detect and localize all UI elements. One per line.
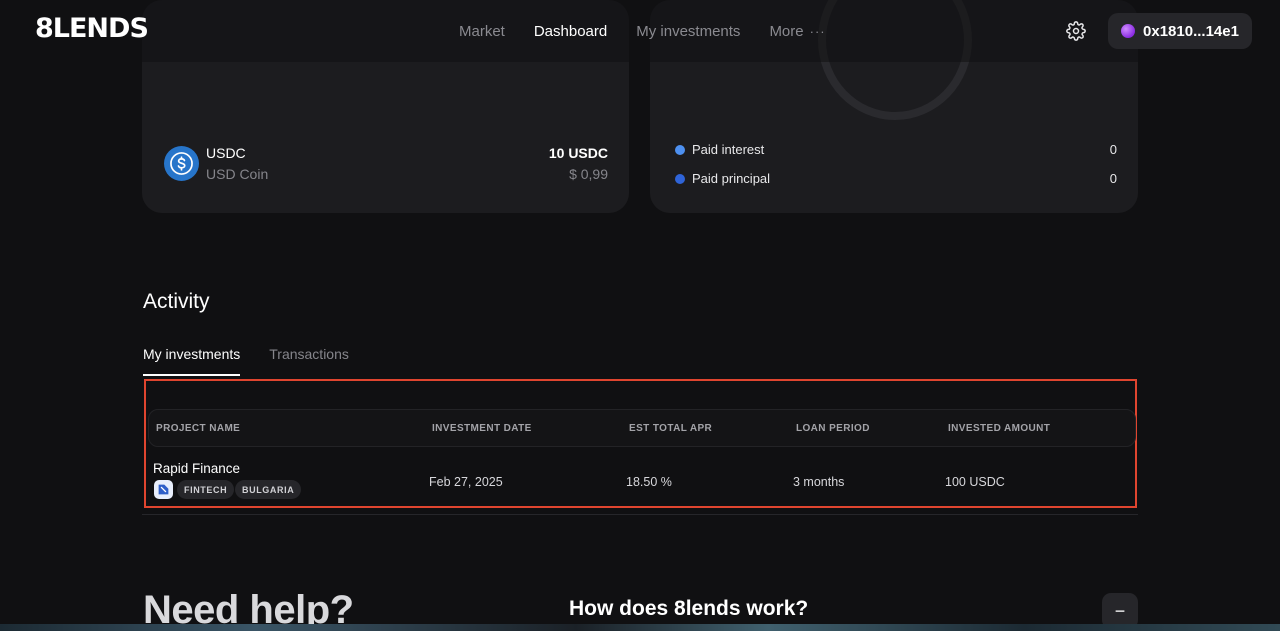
invested-amount: 100 USDC (945, 475, 1005, 489)
more-dots-icon: ··· (809, 23, 826, 39)
legend-value: 0 (1109, 171, 1117, 186)
table-header: PROJECT NAME INVESTMENT DATE EST TOTAL A… (148, 409, 1136, 447)
tab-transactions[interactable]: Transactions (269, 346, 349, 376)
legend-paid-principal: Paid principal 0 (675, 171, 1117, 186)
col-invested-amount: INVESTED AMOUNT (948, 423, 1051, 434)
table-row[interactable]: Rapid Finance FINTECH BULGARIA Feb 27, 2… (146, 449, 1136, 507)
coin-symbol: USDC (206, 145, 246, 161)
activity-title: Activity (143, 290, 210, 313)
project-tag-country: BULGARIA (235, 480, 302, 499)
paid-principal-dot-icon (675, 173, 685, 184)
est-total-apr: 18.50 % (626, 475, 672, 489)
legend-paid-interest: Paid interest 0 (675, 142, 1117, 157)
background-decoration (0, 624, 1280, 631)
coin-amount: 10 USDC (548, 145, 608, 161)
legend-value: 0 (1109, 142, 1117, 157)
project-name[interactable]: Rapid Finance (153, 461, 240, 476)
nav-my-investments[interactable]: My investments (636, 23, 740, 40)
faq-question[interactable]: How does 8lends work? (569, 597, 808, 621)
wallet-address: 0x1810...14e1 (1143, 22, 1239, 40)
usdc-coin-icon (164, 146, 199, 181)
col-loan-period: LOAN PERIOD (796, 423, 870, 434)
nav-market[interactable]: Market (459, 23, 505, 40)
tab-my-investments[interactable]: My investments (143, 346, 241, 376)
project-tag-sector: FINTECH (177, 480, 235, 499)
minus-icon: − (1114, 600, 1126, 621)
investment-date: Feb 27, 2025 (429, 475, 503, 489)
project-logo-icon (154, 480, 173, 499)
nav-more[interactable]: More ··· (769, 23, 825, 40)
coin-name: USD Coin (206, 166, 269, 182)
legend-label: Paid interest (692, 142, 765, 157)
col-est-total-apr: EST TOTAL APR (629, 423, 713, 434)
main-nav: Market Dashboard My investments More ··· (459, 0, 855, 62)
nav-more-label: More (769, 22, 804, 40)
paid-interest-dot-icon (675, 144, 685, 155)
loan-period: 3 months (793, 475, 845, 489)
investments-table: PROJECT NAME INVESTMENT DATE EST TOTAL A… (144, 379, 1137, 508)
col-investment-date: INVESTMENT DATE (432, 423, 532, 434)
legend-label: Paid principal (692, 171, 771, 186)
brand-logo[interactable]: 8LENDS (35, 13, 149, 44)
table-divider (142, 514, 1138, 515)
nav-dashboard[interactable]: Dashboard (534, 23, 607, 40)
activity-tabs: My investments Transactions (143, 346, 378, 376)
top-header: 8LENDS Market Dashboard My investments M… (0, 0, 1280, 62)
col-project-name: PROJECT NAME (156, 423, 241, 434)
gear-icon (1066, 21, 1086, 41)
coin-fiat-value: $ 0,99 (569, 166, 608, 182)
wallet-avatar-icon (1121, 24, 1136, 38)
settings-button[interactable] (1064, 19, 1088, 43)
wallet-button[interactable]: 0x1810...14e1 (1108, 13, 1252, 49)
